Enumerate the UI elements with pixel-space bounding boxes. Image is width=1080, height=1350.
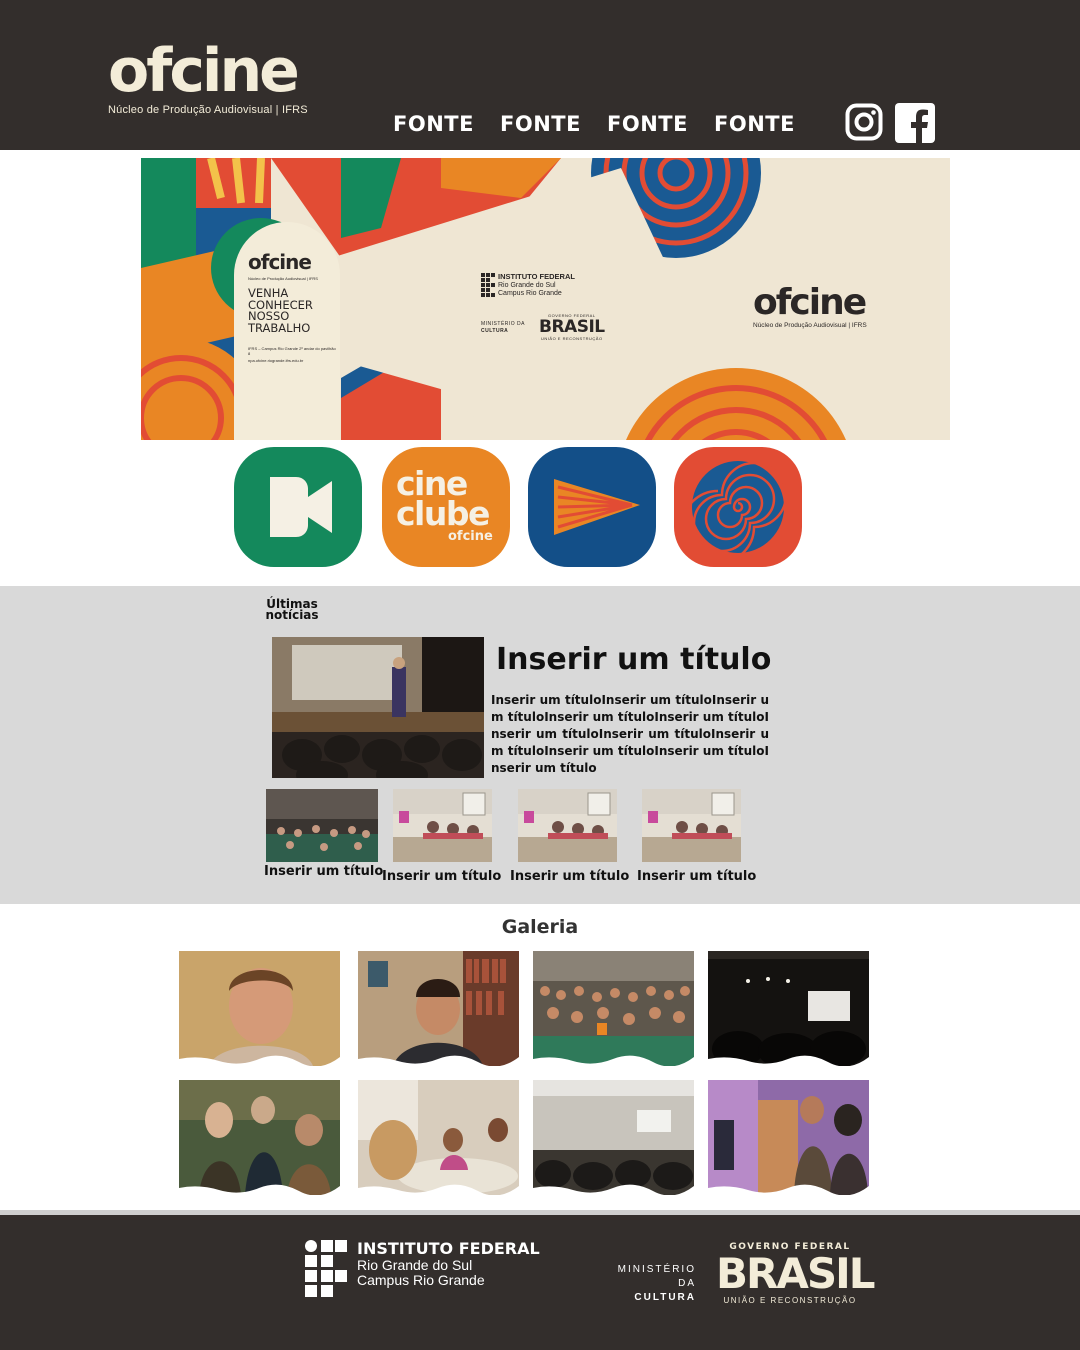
pill-logo: ofcine: [248, 250, 312, 274]
logo-wordmark: ofcine: [108, 36, 300, 106]
footer-brasil: BRASIL: [716, 1249, 876, 1298]
banner-ministerio-2: CULTURA: [481, 328, 509, 334]
banner-uniao: UNIÃO E RECONSTRUÇÃO: [541, 336, 603, 341]
gallery-title: Galeria: [501, 916, 579, 938]
projector-tile[interactable]: [528, 447, 656, 567]
footer-if-line2: Campus Rio Grande: [357, 1272, 485, 1288]
facebook-icon[interactable]: [895, 103, 935, 143]
news-main-body: Inserir um títuloInserir um títuloInseri…: [491, 693, 769, 775]
cineclube-word-2: clube: [396, 494, 490, 533]
gallery-photo-5[interactable]: [179, 1080, 340, 1195]
gallery-photo-6[interactable]: [358, 1080, 519, 1195]
nav-item-1[interactable]: FONTE: [380, 112, 487, 136]
news-main-photo[interactable]: [272, 637, 484, 778]
banner-if-line2: Campus Rio Grande: [498, 290, 562, 297]
site-footer: INSTITUTO FEDERAL Rio Grande do Sul Camp…: [0, 1215, 1080, 1350]
banner-ministerio-1: MINISTÉRIO DA: [481, 321, 526, 327]
nav-item-3[interactable]: FONTE: [594, 112, 701, 136]
if-grid-icon: [305, 1240, 347, 1297]
footer-uniao: UNIÃO E RECONSTRUÇÃO: [723, 1296, 857, 1305]
banner-if-line1: Rio Grande do Sul: [498, 282, 556, 289]
banner-if-logo: INSTITUTO FEDERAL Rio Grande do Sul Camp…: [498, 273, 575, 298]
nav-item-2[interactable]: FONTE: [487, 112, 594, 136]
gallery-photo-7[interactable]: [533, 1080, 694, 1195]
news-thumb-1[interactable]: [266, 789, 378, 862]
instagram-icon[interactable]: [845, 103, 883, 141]
banner-logo-sub: Núcleo de Produção Audiovisual | IFRS: [753, 322, 867, 329]
gallery-photo-8[interactable]: [708, 1080, 869, 1195]
news-heading: Últimas notícias: [265, 597, 319, 622]
pill-address: IFRS – Campus Rio Grande 2º andar do pav…: [248, 346, 336, 356]
spiral-icon: [680, 461, 788, 565]
footer-ministerio: MINISTÉRIO DA CULTURA: [598, 1263, 696, 1305]
gallery-photo-4[interactable]: [708, 951, 869, 1066]
banner-ministerio: MINISTÉRIO DA CULTURA: [481, 321, 525, 335]
hero-banner[interactable]: ofcine Núcleo de Produção Audiovisual | …: [141, 158, 950, 440]
gallery-photo-2[interactable]: [358, 951, 519, 1066]
news-caption-2[interactable]: Inserir um título: [382, 869, 501, 884]
banner-ofcine-logo: ofcine Núcleo de Produção Audiovisual | …: [753, 282, 867, 330]
gallery-photo-3[interactable]: [533, 951, 694, 1066]
cineclube-label: cine clube: [396, 467, 490, 530]
footer-ministerio-2: CULTURA: [634, 1292, 696, 1303]
gallery-photo-1[interactable]: [179, 951, 340, 1066]
footer-if-logo[interactable]: INSTITUTO FEDERAL Rio Grande do Sul Camp…: [305, 1240, 540, 1298]
footer-ministerio-1: MINISTÉRIO DA: [617, 1264, 696, 1289]
camera-icon: [270, 477, 332, 537]
spiral-tile[interactable]: [674, 447, 802, 567]
footer-if-name: INSTITUTO FEDERAL: [357, 1239, 540, 1258]
news-thumb-2[interactable]: [393, 789, 492, 862]
banner-brasil-logo: GOVERNO FEDERAL BRASIL UNIÃO E RECONSTRU…: [539, 313, 605, 341]
nav-item-4[interactable]: FONTE: [701, 112, 808, 136]
news-section: Últimas notícias Inserir um título Inser…: [0, 586, 1080, 904]
news-caption-4[interactable]: Inserir um título: [637, 869, 756, 884]
news-caption-3[interactable]: Inserir um título: [510, 869, 629, 884]
cineclube-sub: ofcine: [448, 529, 493, 544]
banner-logo-word: ofcine: [753, 282, 867, 323]
pill-subtitle: Núcleo de Produção Audiovisual | IFRS: [248, 276, 318, 281]
cineclube-tile[interactable]: cine clube ofcine: [382, 447, 510, 567]
camera-tile[interactable]: [234, 447, 362, 567]
site-header: ofcine Núcleo de Produção Audiovisual | …: [0, 0, 1080, 150]
pill-url: npa.ofcine.riogrande.ifrs.edu.br: [248, 358, 304, 363]
banner-brasil: BRASIL: [539, 317, 605, 337]
pill-headline: VENHA CONHECER NOSSO TRABALHO: [248, 286, 313, 335]
footer-if-line1: Rio Grande do Sul: [357, 1257, 473, 1273]
main-nav: FONTE FONTE FONTE FONTE: [380, 112, 808, 136]
news-thumb-3[interactable]: [518, 789, 617, 862]
ofcine-logo[interactable]: ofcine Núcleo de Produção Audiovisual | …: [108, 40, 308, 116]
news-thumb-4[interactable]: [642, 789, 741, 862]
play-icon: [554, 479, 640, 535]
footer-brasil-logo[interactable]: GOVERNO FEDERAL BRASIL UNIÃO E RECONSTRU…: [716, 1242, 876, 1305]
banner-if-name: INSTITUTO FEDERAL: [498, 272, 575, 281]
news-caption-1[interactable]: Inserir um título: [264, 864, 383, 879]
news-main-title[interactable]: Inserir um título: [496, 642, 771, 677]
logo-subtitle: Núcleo de Produção Audiovisual | IFRS: [108, 104, 308, 116]
